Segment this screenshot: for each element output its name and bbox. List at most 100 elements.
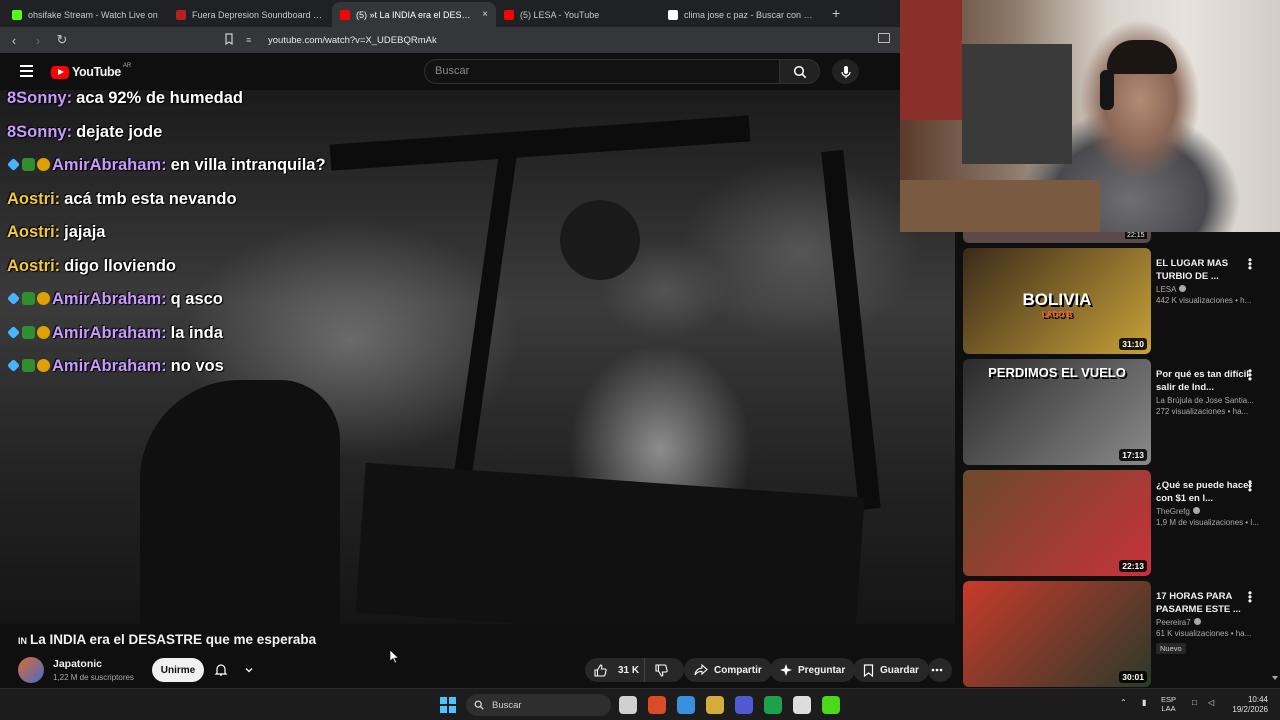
dislike-button[interactable] xyxy=(645,658,683,682)
tuktuk-dashboard xyxy=(355,462,865,624)
discord-icon[interactable] xyxy=(735,696,753,714)
lang-top: ESP xyxy=(1161,695,1177,704)
app-icon[interactable] xyxy=(677,696,695,714)
rec-thumbnail[interactable]: PERDIMOS EL VUELO 17:13 xyxy=(963,359,1151,465)
file-explorer-window-icon[interactable] xyxy=(619,696,637,714)
search-box: Buscar xyxy=(424,59,820,84)
search-button[interactable] xyxy=(780,59,820,84)
recommended-video[interactable]: 22:13 ¿Qué se puede hacer con $1 en l... T… xyxy=(963,470,1278,576)
rec-channel-row: Peereira7 xyxy=(1156,618,1266,627)
video-title: IN La INDIA era el DESASTRE que me espera… xyxy=(18,632,316,647)
tab-favicon-icon xyxy=(176,9,186,20)
rec-duration-partial: 22:15 xyxy=(1125,232,1147,239)
rec-channel[interactable]: Peereira7 xyxy=(1156,618,1191,627)
join-button[interactable]: Unirme xyxy=(152,658,204,682)
channel-avatar[interactable] xyxy=(18,657,44,683)
youtube-logo[interactable]: YouTube AR xyxy=(51,63,131,79)
menu-icon[interactable] xyxy=(20,65,33,77)
keyboard-language[interactable]: ESP LAA xyxy=(1161,695,1176,713)
browser-tab-strip: ohsifake Stream - Watch Live on Fuera Dep… xyxy=(0,0,900,27)
reload-icon[interactable]: ↻ xyxy=(52,32,72,48)
like-dislike-group: 31 K xyxy=(585,658,684,682)
microphone-icon xyxy=(840,65,851,78)
chat-username: 8Sonny: xyxy=(7,89,73,107)
browser-tab[interactable]: clima jose c paz - Buscar con Google xyxy=(660,2,824,27)
rec-thumbnail-partial[interactable] xyxy=(963,232,1151,243)
tier-badge-icon xyxy=(37,359,50,372)
tab-favicon-icon xyxy=(340,9,350,20)
folder-icon[interactable] xyxy=(706,696,724,714)
browser-tab[interactable]: Fuera Depresion Soundboard - Boto xyxy=(168,2,332,27)
mouse-cursor-icon xyxy=(390,650,399,664)
search-input[interactable]: Buscar xyxy=(424,59,781,84)
like-button[interactable]: 31 K xyxy=(585,658,645,682)
forward-icon[interactable]: › xyxy=(28,33,48,48)
tab-favicon-icon xyxy=(12,9,22,20)
chat-username: AmirAbraham: xyxy=(52,290,167,308)
recommended-video[interactable]: 30:01 17 HORAS PARA PASARME ESTE ... Peere… xyxy=(963,581,1278,687)
streaming-app-icon[interactable] xyxy=(793,696,811,714)
rec-channel[interactable]: LESA xyxy=(1156,285,1176,294)
windows-start-icon[interactable] xyxy=(440,697,456,713)
cast-icon[interactable] xyxy=(878,33,890,43)
chat-text: jajaja xyxy=(64,223,106,241)
brave-browser-icon[interactable] xyxy=(648,696,666,714)
rec-thumbnail[interactable]: 30:01 xyxy=(963,581,1151,687)
rec-channel[interactable]: La Brújula de Jose Santia... xyxy=(1156,396,1254,405)
notifications-button[interactable] xyxy=(214,658,254,682)
recommendations-list: 22:15 BOLIVIA LADO B 31:10 EL LUGAR MAS TUR… xyxy=(955,232,1280,688)
spotify-icon[interactable] xyxy=(764,696,782,714)
more-vertical-icon[interactable]: • • • xyxy=(1246,365,1254,385)
address-bar[interactable]: ≡ youtube.com/watch?v=X_UDEBQRmAk xyxy=(246,30,896,50)
more-actions-button[interactable] xyxy=(928,658,952,682)
recommended-video[interactable]: BOLIVIA LADO B 31:10 EL LUGAR MAS TURBIO DE… xyxy=(963,248,1278,354)
channel-name[interactable]: Japatonic xyxy=(53,658,102,670)
more-vertical-icon[interactable]: • • • xyxy=(1246,476,1254,496)
stream-chat-overlay: 8Sonny: aca 92% de humedad 8Sonny: dejate j… xyxy=(7,88,337,390)
chat-text: aca 92% de humedad xyxy=(76,89,243,107)
chat-username: Aostri: xyxy=(7,189,61,208)
subscriber-count: 1,22 M de suscriptores xyxy=(53,673,134,682)
like-count: 31 K xyxy=(618,664,640,676)
rec-thumbnail[interactable]: 22:13 xyxy=(963,470,1151,576)
share-button[interactable]: Compartir xyxy=(684,658,772,682)
close-tab-icon[interactable]: × xyxy=(482,9,488,20)
browser-tab[interactable]: (5) »t La INDIA era el DESASTR × xyxy=(332,2,496,27)
network-icon[interactable]: □ xyxy=(1192,698,1197,707)
taskbar-clock[interactable]: 10:44 19/2/2026 xyxy=(1224,695,1268,715)
browser-tab[interactable]: (5) LESA - YouTube xyxy=(496,2,660,27)
verified-icon xyxy=(1192,507,1200,514)
browser-tab[interactable]: ohsifake Stream - Watch Live on xyxy=(4,2,168,27)
save-button[interactable]: Guardar xyxy=(853,658,929,682)
recommended-video[interactable]: PERDIMOS EL VUELO 17:13 Por qué es tan dif… xyxy=(963,359,1278,465)
subscriber-badge-icon xyxy=(22,325,35,339)
moderator-badge-icon xyxy=(7,292,20,305)
tab-favicon-icon xyxy=(668,9,678,20)
rec-views: 1,9 M de visualizaciones • l... xyxy=(1156,518,1259,527)
back-icon[interactable]: ‹ xyxy=(4,33,24,48)
more-vertical-icon[interactable]: • • • xyxy=(1246,254,1254,274)
more-horizontal-icon xyxy=(931,668,943,672)
chat-username: AmirAbraham: xyxy=(52,357,167,375)
rec-channel-row: La Brújula de Jose Santia... xyxy=(1156,396,1266,405)
taskbar-search[interactable]: Buscar xyxy=(466,694,611,716)
rec-channel-row: LESA xyxy=(1156,285,1266,294)
chat-message: AmirAbraham: no vos xyxy=(7,356,337,376)
chat-text: en villa intranquila? xyxy=(170,156,326,174)
bookmark-icon[interactable] xyxy=(222,32,236,46)
voice-search-button[interactable] xyxy=(832,59,859,84)
new-tab-button[interactable]: + xyxy=(824,5,848,27)
ask-button[interactable]: Preguntar xyxy=(770,658,856,682)
site-info-icon[interactable]: ≡ xyxy=(246,35,258,45)
rec-channel[interactable]: TheGrefg xyxy=(1156,507,1190,516)
sparkle-icon xyxy=(780,664,792,676)
bell-icon xyxy=(214,664,228,676)
title-prefix: IN xyxy=(18,636,27,646)
kick-icon[interactable] xyxy=(822,696,840,714)
volume-icon[interactable]: ◁ xyxy=(1208,698,1214,707)
tray-microphone-icon[interactable]: ▮ xyxy=(1142,698,1146,707)
more-vertical-icon[interactable]: • • • xyxy=(1246,587,1254,607)
tray-chevron-up-icon[interactable]: ⌃ xyxy=(1120,698,1127,707)
chat-text: no vos xyxy=(170,357,224,375)
rec-thumbnail[interactable]: BOLIVIA LADO B 31:10 xyxy=(963,248,1151,354)
